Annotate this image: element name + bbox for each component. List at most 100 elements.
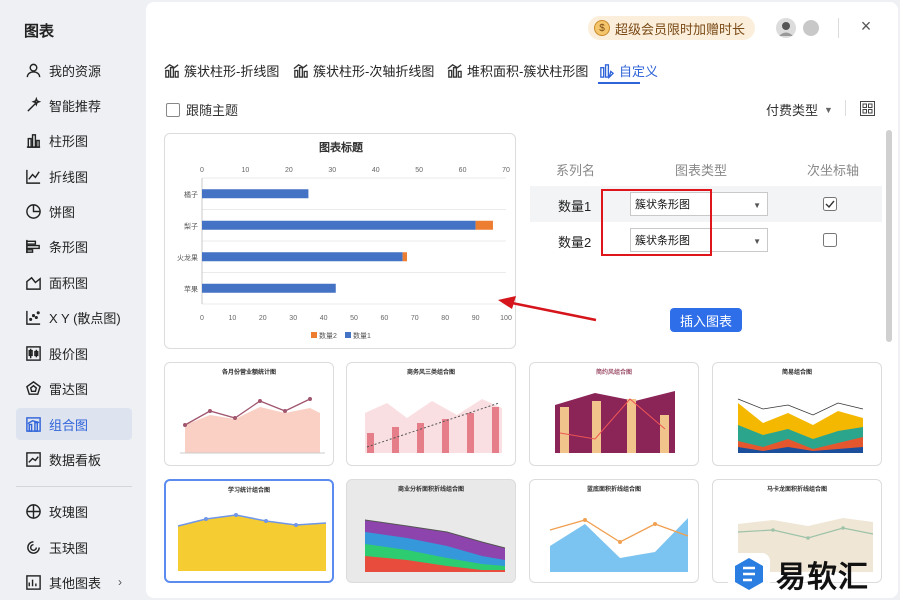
- bottom-axis-tick-label: 30: [289, 315, 297, 322]
- sidebar-item-label: 我的资源: [49, 63, 102, 79]
- scrollbar[interactable]: [886, 130, 892, 342]
- insert-chart-button[interactable]: 插入图表: [670, 308, 742, 332]
- highlight-box: [601, 189, 712, 256]
- coin-icon: $: [594, 20, 610, 36]
- template-card[interactable]: 各月份营业额统计图: [164, 362, 334, 466]
- legend-swatch: [345, 332, 351, 338]
- legend-label: 数量2: [319, 331, 337, 340]
- close-icon[interactable]: ×: [858, 17, 874, 35]
- checkbox-box[interactable]: [166, 102, 180, 117]
- template-card[interactable]: 蓝底面积折线组合图: [529, 479, 699, 583]
- avatar[interactable]: [776, 18, 796, 38]
- stock-chart-icon: [24, 344, 42, 362]
- bar-series1: [202, 252, 403, 262]
- category-label: 梨子: [184, 221, 198, 230]
- tab-stacked-area-clustered-column[interactable]: 堆积面积-簇状柱形图: [446, 60, 588, 80]
- bottom-axis-tick-label: 10: [229, 315, 237, 322]
- template-card[interactable]: 商务风三类组合图: [346, 362, 516, 466]
- series-name-2: 数量2: [558, 235, 592, 250]
- sidebar-item-bar[interactable]: 条形图: [16, 230, 132, 262]
- preview-chart-svg: 图表标题0 10 20 30 40 50 60 700 10 20 30 40 50 60 70 80 90 10…: [177, 140, 512, 340]
- vip-promo-badge[interactable]: $ 超级会员限时加赠时长: [588, 16, 756, 40]
- sidebar-item-pie[interactable]: 饼图: [16, 195, 132, 227]
- sidebar-item-scatter[interactable]: X Y (散点图): [16, 301, 132, 333]
- combo-chart-icon: [24, 415, 42, 433]
- tab-label: 簇状柱形-次轴折线图: [313, 63, 435, 79]
- sidebar-title: 图表: [24, 23, 55, 40]
- sidebar-item-label: 柱形图: [49, 133, 89, 149]
- pay-type-label: 付费类型: [766, 103, 819, 118]
- sidebar-item-label: 智能推荐: [49, 98, 102, 114]
- tab-custom[interactable]: 自定义: [598, 60, 658, 80]
- secondary-axis-checkbox-1[interactable]: [823, 197, 837, 211]
- template-preview: [180, 397, 325, 454]
- rose-chart-icon: [24, 502, 42, 520]
- sidebar-item-dashboard[interactable]: 数据看板: [16, 443, 132, 475]
- watermark-text: 易软汇: [776, 560, 869, 595]
- sidebar-item-ring[interactable]: 玉玦图: [16, 531, 132, 563]
- vip-label: 超级会员限时加赠时长: [615, 21, 746, 37]
- header-secondary-axis: 次坐标轴: [807, 163, 860, 178]
- sidebar-item-label: 玉玦图: [49, 540, 89, 556]
- template-card[interactable]: 学习统计组合图: [164, 479, 334, 583]
- grid-view-icon[interactable]: [860, 101, 875, 116]
- caret-down-icon: ▼: [753, 201, 761, 210]
- toolbar-divider: [845, 100, 846, 116]
- header-divider: [838, 18, 839, 38]
- sidebar-item-radar[interactable]: 雷达图: [16, 372, 132, 404]
- template-preview: [177, 513, 327, 571]
- sidebar-item-combo[interactable]: 组合图: [16, 408, 132, 440]
- bottom-axis-tick-label: 70: [411, 315, 419, 322]
- template-preview: [555, 391, 675, 453]
- bar-series1: [202, 283, 336, 293]
- pay-type-dropdown[interactable]: 付费类型 ▼: [766, 100, 833, 119]
- bottom-axis-tick-label: 0: [200, 315, 204, 322]
- template-card[interactable]: 商业分析面积折线组合图: [346, 479, 516, 583]
- sidebar-item-label: 面积图: [49, 275, 89, 291]
- bar-series2: [402, 252, 407, 262]
- active-tab-indicator: [598, 82, 640, 84]
- tab-clustered-column-line[interactable]: 簇状柱形-折线图: [163, 60, 279, 80]
- sidebar-item-label: X Y (散点图): [49, 310, 121, 326]
- legend-swatch: [311, 332, 317, 338]
- sidebar-item-label: 折线图: [49, 169, 89, 185]
- custom-chart-icon: [600, 63, 615, 79]
- template-preview: [365, 399, 502, 453]
- line-chart-icon: [24, 167, 42, 185]
- bottom-axis-tick-label: 80: [441, 315, 449, 322]
- template-preview: [737, 398, 864, 453]
- combo-chart-icon: [293, 63, 308, 78]
- tab-clustered-column-secondary-line[interactable]: 簇状柱形-次轴折线图: [292, 60, 434, 80]
- sidebar-item-area[interactable]: 面积图: [16, 266, 132, 298]
- sidebar-item-label: 饼图: [49, 204, 76, 220]
- sidebar-item-smart-recommend[interactable]: 智能推荐: [16, 89, 132, 121]
- sidebar-item-other[interactable]: 其他图表 ›: [16, 566, 132, 598]
- sidebar-item-label: 雷达图: [49, 381, 89, 397]
- bottom-axis-tick-label: 60: [381, 315, 389, 322]
- secondary-axis-checkbox-2[interactable]: [823, 233, 837, 247]
- sidebar-item-label: 其他图表: [49, 575, 102, 591]
- legend-label: 数量1: [353, 331, 371, 340]
- sidebar-item-label: 组合图: [49, 417, 89, 433]
- top-axis-tick-label: 10: [242, 167, 250, 174]
- sidebar-item-label: 条形图: [49, 239, 89, 255]
- category-label: 橘子: [184, 190, 198, 199]
- bar-series2: [475, 220, 493, 230]
- sidebar-item-stock[interactable]: 股价图: [16, 337, 132, 369]
- series-name-1: 数量1: [558, 199, 592, 214]
- bottom-axis-tick-label: 40: [320, 315, 328, 322]
- template-preview: [364, 519, 506, 572]
- top-axis-tick-label: 60: [459, 167, 467, 174]
- template-card[interactable]: 简约风组合图: [529, 362, 699, 466]
- tab-label: 自定义: [619, 63, 659, 79]
- template-card[interactable]: 简易组合图: [712, 362, 882, 466]
- sidebar-item-rose[interactable]: 玫瑰图: [16, 495, 132, 527]
- chart-title: 图表标题: [319, 140, 364, 154]
- sidebar-item-my-resources[interactable]: 我的资源: [16, 54, 132, 86]
- bar-series1: [202, 220, 476, 230]
- follow-theme-checkbox[interactable]: 跟随主题: [166, 100, 238, 119]
- tab-label: 堆积面积-簇状柱形图: [467, 63, 589, 79]
- sidebar-item-line[interactable]: 折线图: [16, 160, 132, 192]
- bottom-axis-tick-label: 20: [259, 315, 267, 322]
- sidebar-item-column[interactable]: 柱形图: [16, 124, 132, 156]
